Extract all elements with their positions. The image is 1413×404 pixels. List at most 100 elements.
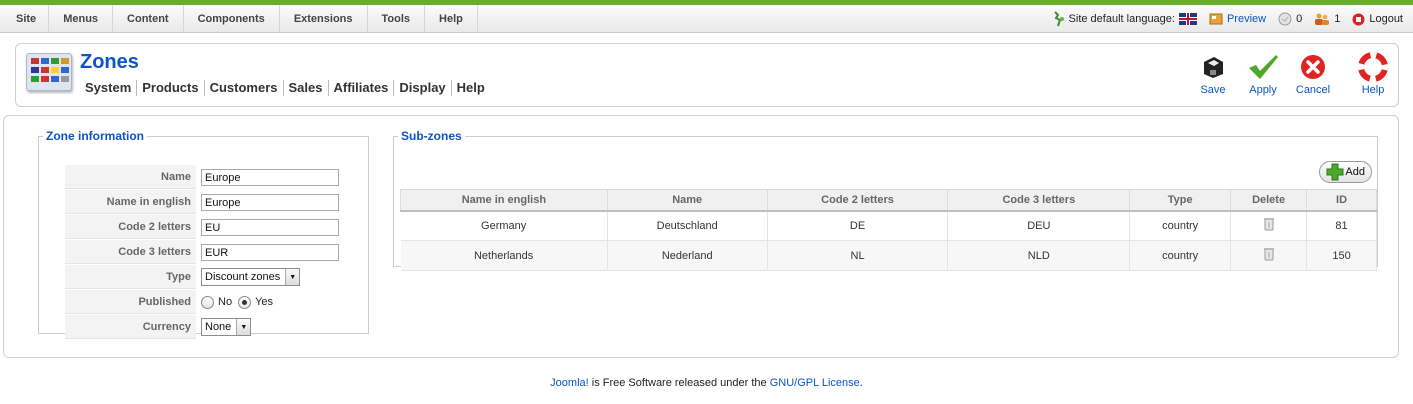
chevron-down-icon: ▼ <box>285 269 300 285</box>
subnav-help[interactable]: Help <box>450 80 490 96</box>
save-icon <box>1204 57 1223 78</box>
col-code2[interactable]: Code 2 letters <box>766 189 949 212</box>
zones-flags-icon <box>26 53 72 91</box>
col-type[interactable]: Type <box>1129 189 1232 212</box>
apply-button[interactable]: Apply <box>1238 52 1288 96</box>
type-row: Type Discount zones ▼ <box>65 265 360 289</box>
add-sub-zone-button[interactable]: Add <box>1319 161 1372 183</box>
name-input[interactable]: Europe <box>201 168 339 186</box>
save-label: Save <box>1200 84 1226 96</box>
code3-row: Code 3 letters EUR <box>65 240 360 264</box>
published-no-radio[interactable] <box>201 295 214 309</box>
zone-information-legend: Zone information <box>46 129 144 143</box>
cell-id: 81 <box>1306 210 1377 241</box>
users-icon <box>1315 13 1330 25</box>
col-name[interactable]: Name <box>606 189 768 212</box>
type-label: Type <box>65 265 196 289</box>
trash-icon[interactable] <box>1263 247 1274 261</box>
chevron-down-icon: ▼ <box>236 319 251 335</box>
published-no-label: No <box>218 296 233 308</box>
page-header: Zones System Products Customers Sales Af… <box>15 43 1399 107</box>
subnav-affiliates[interactable]: Affiliates <box>327 80 394 96</box>
col-id[interactable]: ID <box>1306 189 1377 212</box>
footer-end: . <box>859 377 863 389</box>
top-menu-bar: Site Menus Content Components Extensions… <box>0 5 1413 33</box>
menu-components[interactable]: Components <box>184 5 280 32</box>
messages-status[interactable]: 0 <box>1278 12 1302 26</box>
preview-icon <box>1209 13 1223 25</box>
preview-label[interactable]: Preview <box>1227 13 1266 25</box>
published-yes-radio[interactable] <box>238 295 252 309</box>
code3-label: Code 3 letters <box>65 240 196 264</box>
subnav-sales[interactable]: Sales <box>282 80 328 96</box>
add-label: Add <box>1345 166 1365 178</box>
currency-row: Currency None ▼ <box>65 315 360 339</box>
cancel-icon <box>1301 55 1325 79</box>
subnav-customers[interactable]: Customers <box>203 80 283 96</box>
footer: Joomla! is Free Software released under … <box>0 377 1413 389</box>
logout-icon <box>1352 13 1365 25</box>
help-label: Help <box>1361 84 1385 96</box>
sub-navigation: System Products Customers Sales Affiliat… <box>85 80 490 96</box>
language-label: Site default language: <box>1068 13 1175 25</box>
published-yes-label: Yes <box>255 296 274 308</box>
logout-label[interactable]: Logout <box>1369 13 1403 25</box>
page-title: Zones <box>80 51 139 73</box>
cell-delete <box>1230 240 1308 271</box>
cell-name: Nederland <box>607 240 768 271</box>
users-status[interactable]: 1 <box>1314 13 1340 25</box>
license-link[interactable]: GNU/GPL License <box>770 377 860 389</box>
col-name-english[interactable]: Name in english <box>400 189 608 212</box>
name-english-row: Name in english Europe <box>65 190 360 214</box>
uk-flag-icon[interactable] <box>1178 13 1197 25</box>
save-button[interactable]: Save <box>1188 52 1238 96</box>
sub-zones-table: Name in english Name Code 2 letters Code… <box>400 189 1377 271</box>
apply-label: Apply <box>1249 84 1277 96</box>
cancel-button[interactable]: Cancel <box>1288 52 1338 96</box>
cell-delete <box>1230 210 1308 241</box>
table-header-row: Name in english Name Code 2 letters Code… <box>400 189 1377 212</box>
subnav-system[interactable]: System <box>85 80 136 96</box>
cell-name-english: Germany <box>400 210 608 241</box>
menu-extensions[interactable]: Extensions <box>280 5 368 32</box>
menu-site[interactable]: Site <box>0 5 50 32</box>
code2-label: Code 2 letters <box>65 215 196 239</box>
messages-count: 0 <box>1296 13 1303 25</box>
trash-icon[interactable] <box>1263 217 1274 231</box>
footer-text: is Free Software released under the <box>588 377 770 389</box>
subnav-products[interactable]: Products <box>136 80 203 96</box>
type-select[interactable]: Discount zones ▼ <box>201 268 301 286</box>
table-row: Germany Deutschland DE DEU country 81 <box>400 210 1377 241</box>
joomla-link[interactable]: Joomla! <box>550 377 589 389</box>
main-content: Zone information Name Europe Name in eng… <box>3 115 1399 358</box>
preview-link[interactable]: Preview <box>1209 13 1266 25</box>
cell-type: country <box>1129 240 1232 271</box>
language-icon <box>1053 11 1064 27</box>
code3-input[interactable]: EUR <box>201 243 339 261</box>
subnav-display[interactable]: Display <box>393 80 450 96</box>
cell-code3: NLD <box>947 240 1131 271</box>
type-select-value: Discount zones <box>205 271 281 283</box>
cell-code3: DEU <box>947 210 1131 241</box>
cell-code2: NL <box>767 240 949 271</box>
code2-input[interactable]: EU <box>201 218 339 236</box>
cancel-label: Cancel <box>1295 84 1331 96</box>
col-code3[interactable]: Code 3 letters <box>947 189 1131 212</box>
currency-select[interactable]: None ▼ <box>201 318 252 336</box>
logout-link[interactable]: Logout <box>1352 13 1403 26</box>
currency-label: Currency <box>65 315 196 339</box>
menu-content[interactable]: Content <box>113 5 184 32</box>
help-button[interactable]: Help <box>1348 52 1398 96</box>
name-english-input[interactable]: Europe <box>201 193 339 211</box>
published-row: Published No Yes <box>65 290 360 314</box>
cell-type: country <box>1129 210 1232 241</box>
cell-name: Deutschland <box>607 210 768 241</box>
published-label: Published <box>65 290 196 314</box>
cell-name-english: Netherlands <box>400 240 608 271</box>
menu-tools[interactable]: Tools <box>368 5 426 32</box>
code2-row: Code 2 letters EU <box>65 215 360 239</box>
menu-help[interactable]: Help <box>425 5 478 32</box>
currency-select-value: None <box>205 321 232 333</box>
help-lifebuoy-icon <box>1358 52 1388 82</box>
menu-menus[interactable]: Menus <box>49 5 114 32</box>
